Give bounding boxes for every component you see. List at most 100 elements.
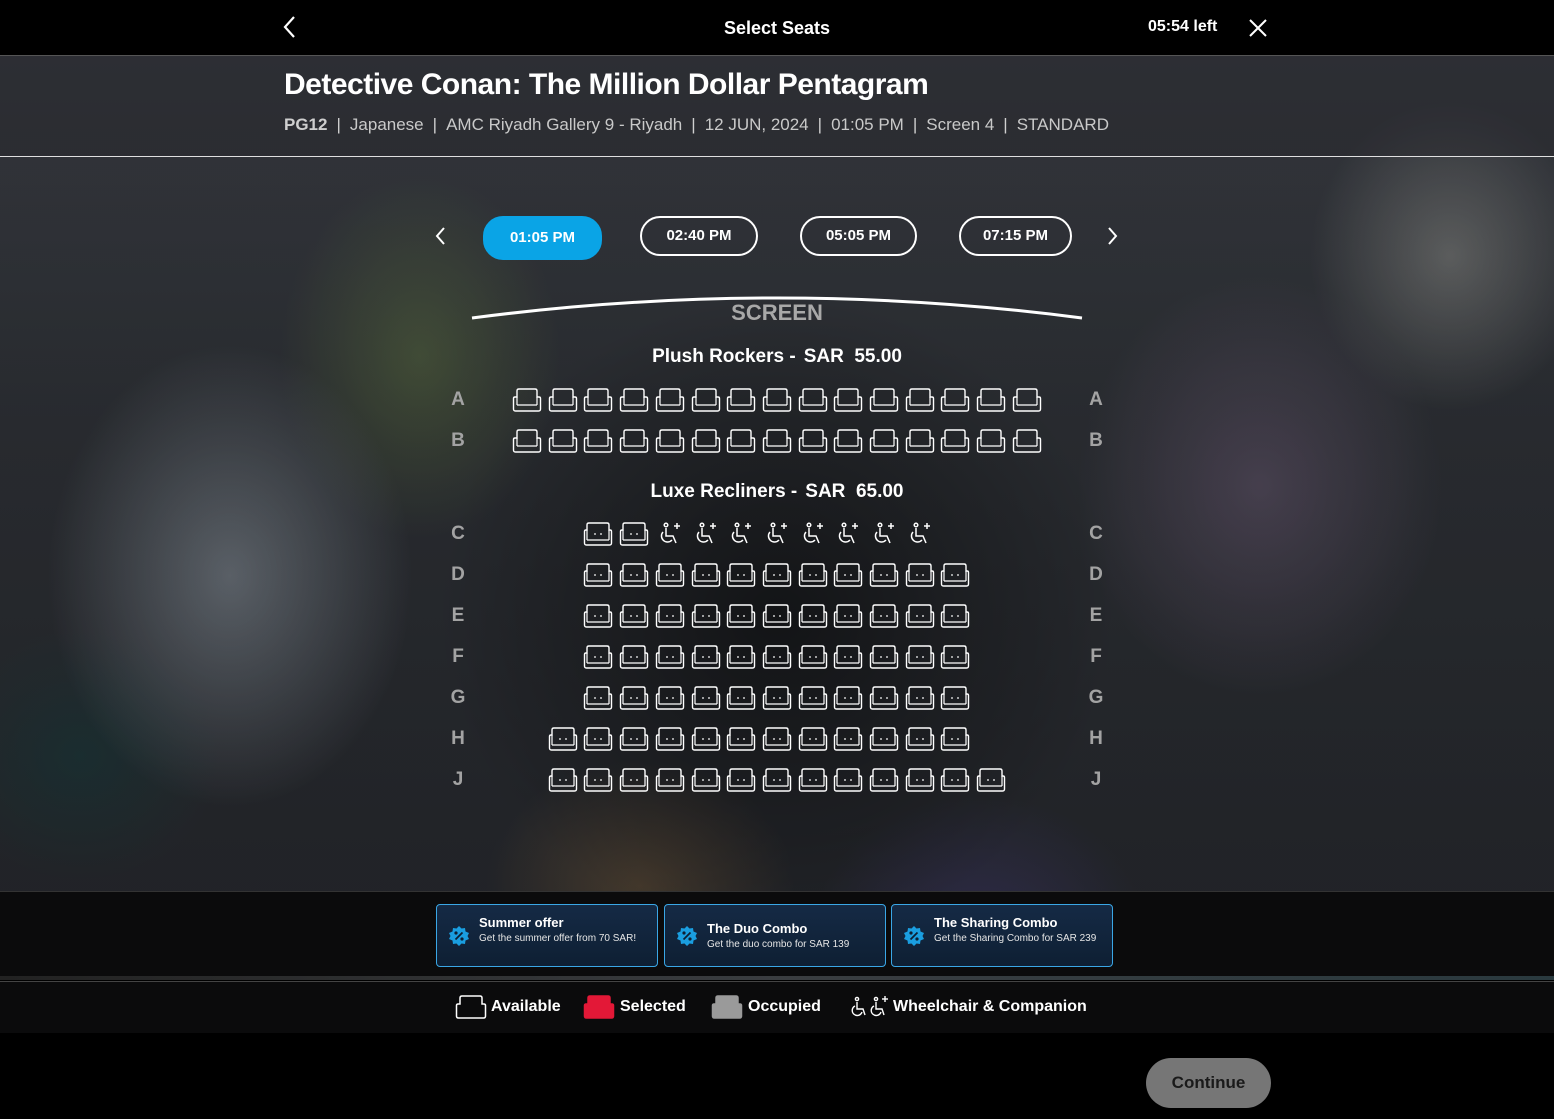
seat-d11[interactable] <box>940 562 970 588</box>
wheelchair-seat-c3[interactable] <box>655 521 685 547</box>
seat-g7[interactable] <box>798 685 828 711</box>
seat-d7[interactable] <box>798 562 828 588</box>
seat-f3[interactable] <box>655 644 685 670</box>
seat-j10[interactable] <box>869 767 899 793</box>
seat-j6[interactable] <box>726 767 756 793</box>
seat-e9[interactable] <box>869 603 899 629</box>
seat-c2[interactable] <box>619 521 649 547</box>
seat-b5[interactable] <box>655 428 685 454</box>
seat-a8[interactable] <box>762 387 792 413</box>
seat-e11[interactable] <box>940 603 970 629</box>
wheelchair-seat-c9[interactable] <box>869 521 899 547</box>
seat-d9[interactable] <box>869 562 899 588</box>
seat-a11[interactable] <box>869 387 899 413</box>
seat-e1[interactable] <box>583 603 613 629</box>
seat-j7[interactable] <box>762 767 792 793</box>
seat-b14[interactable] <box>976 428 1006 454</box>
seat-a5[interactable] <box>655 387 685 413</box>
seat-d1[interactable] <box>583 562 613 588</box>
seat-d4[interactable] <box>691 562 721 588</box>
seat-h2[interactable] <box>583 726 613 752</box>
seat-a12[interactable] <box>905 387 935 413</box>
seat-a1[interactable] <box>512 387 542 413</box>
seat-b12[interactable] <box>905 428 935 454</box>
seat-b3[interactable] <box>583 428 613 454</box>
wheelchair-seat-c4[interactable] <box>691 521 721 547</box>
showtime-option[interactable]: 02:40 PM <box>640 216 758 256</box>
seat-f11[interactable] <box>940 644 970 670</box>
seat-g8[interactable] <box>833 685 863 711</box>
offer-card[interactable]: Summer offer Get the summer offer from 7… <box>436 904 658 967</box>
seat-a13[interactable] <box>940 387 970 413</box>
wheelchair-seat-c8[interactable] <box>833 521 863 547</box>
seat-b11[interactable] <box>869 428 899 454</box>
seat-h9[interactable] <box>833 726 863 752</box>
seat-h7[interactable] <box>762 726 792 752</box>
seat-d10[interactable] <box>905 562 935 588</box>
seat-e8[interactable] <box>833 603 863 629</box>
seat-d6[interactable] <box>762 562 792 588</box>
seat-j4[interactable] <box>655 767 685 793</box>
seat-d2[interactable] <box>619 562 649 588</box>
seat-b9[interactable] <box>798 428 828 454</box>
seat-j1[interactable] <box>548 767 578 793</box>
seat-j3[interactable] <box>619 767 649 793</box>
seat-e6[interactable] <box>762 603 792 629</box>
seat-b7[interactable] <box>726 428 756 454</box>
showtime-next-button[interactable] <box>1105 226 1119 246</box>
wheelchair-seat-c6[interactable] <box>762 521 792 547</box>
offer-card[interactable]: The Sharing Combo Get the Sharing Combo … <box>891 904 1113 967</box>
seat-g4[interactable] <box>691 685 721 711</box>
seat-j13[interactable] <box>976 767 1006 793</box>
showtime-option[interactable]: 05:05 PM <box>800 216 917 256</box>
seat-d8[interactable] <box>833 562 863 588</box>
seat-b15[interactable] <box>1012 428 1042 454</box>
seat-a14[interactable] <box>976 387 1006 413</box>
seat-e3[interactable] <box>655 603 685 629</box>
seat-j5[interactable] <box>691 767 721 793</box>
seat-a6[interactable] <box>691 387 721 413</box>
seat-c1[interactable] <box>583 521 613 547</box>
seat-h11[interactable] <box>905 726 935 752</box>
seat-e10[interactable] <box>905 603 935 629</box>
seat-f2[interactable] <box>619 644 649 670</box>
seat-d5[interactable] <box>726 562 756 588</box>
seat-a10[interactable] <box>833 387 863 413</box>
seat-b2[interactable] <box>548 428 578 454</box>
seat-a4[interactable] <box>619 387 649 413</box>
seat-g9[interactable] <box>869 685 899 711</box>
seat-g11[interactable] <box>940 685 970 711</box>
seat-j12[interactable] <box>940 767 970 793</box>
seat-f8[interactable] <box>833 644 863 670</box>
seat-b10[interactable] <box>833 428 863 454</box>
showtime-prev-button[interactable] <box>434 226 448 246</box>
seat-g3[interactable] <box>655 685 685 711</box>
seat-f5[interactable] <box>726 644 756 670</box>
seat-h12[interactable] <box>940 726 970 752</box>
seat-f10[interactable] <box>905 644 935 670</box>
seat-h5[interactable] <box>691 726 721 752</box>
seat-e7[interactable] <box>798 603 828 629</box>
seat-b8[interactable] <box>762 428 792 454</box>
seat-e2[interactable] <box>619 603 649 629</box>
seat-g6[interactable] <box>762 685 792 711</box>
seat-g1[interactable] <box>583 685 613 711</box>
seat-a15[interactable] <box>1012 387 1042 413</box>
seat-b4[interactable] <box>619 428 649 454</box>
showtime-option[interactable]: 07:15 PM <box>959 216 1072 256</box>
seat-f7[interactable] <box>798 644 828 670</box>
wheelchair-seat-c10[interactable] <box>905 521 935 547</box>
seat-a7[interactable] <box>726 387 756 413</box>
seat-h8[interactable] <box>798 726 828 752</box>
seat-j8[interactable] <box>798 767 828 793</box>
close-button[interactable] <box>1247 17 1269 39</box>
wheelchair-seat-c7[interactable] <box>798 521 828 547</box>
seat-d3[interactable] <box>655 562 685 588</box>
seat-g10[interactable] <box>905 685 935 711</box>
seat-j2[interactable] <box>583 767 613 793</box>
seat-b1[interactable] <box>512 428 542 454</box>
wheelchair-seat-c5[interactable] <box>726 521 756 547</box>
continue-button[interactable]: Continue <box>1146 1058 1271 1108</box>
seat-b6[interactable] <box>691 428 721 454</box>
seat-a3[interactable] <box>583 387 613 413</box>
